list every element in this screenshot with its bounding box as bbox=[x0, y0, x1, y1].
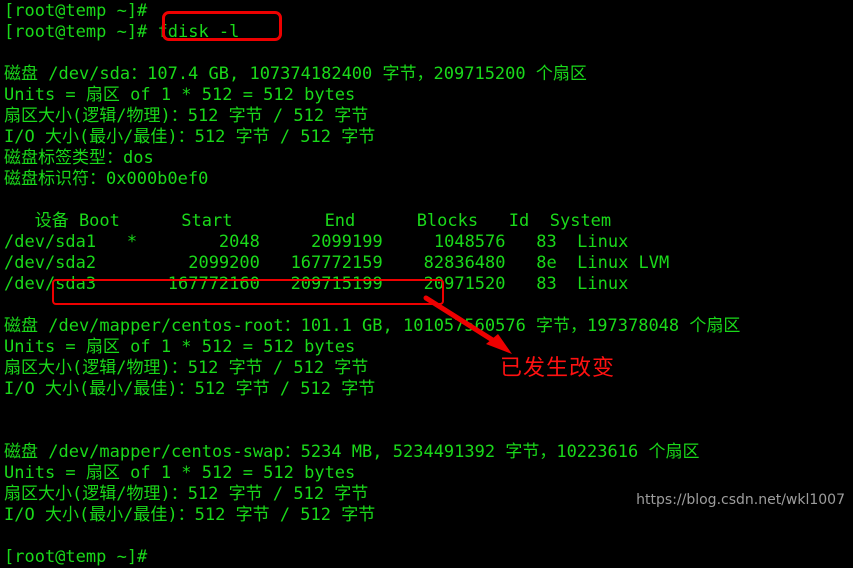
terminal-line: 磁盘标识符：0x000b0ef0 bbox=[4, 169, 209, 189]
terminal-line-disk-centos-swap: 磁盘 /dev/mapper/centos-swap：5234 MB, 5234… bbox=[4, 442, 700, 462]
terminal-line: Units = 扇区 of 1 * 512 = 512 bytes bbox=[4, 337, 356, 357]
terminal-line: 扇区大小(逻辑/物理)：512 字节 / 512 字节 bbox=[4, 358, 369, 378]
terminal-line-disk-sda: 磁盘 /dev/sda：107.4 GB, 107374182400 字节，20… bbox=[4, 64, 587, 84]
terminal-line: [root@temp ~]# bbox=[4, 1, 148, 21]
terminal-line-disk-centos-root: 磁盘 /dev/mapper/centos-root：101.1 GB, 101… bbox=[4, 316, 741, 336]
terminal-window[interactable]: [root@temp ~]# [root@temp ~]# fdisk -l 磁… bbox=[0, 0, 853, 567]
terminal-line-command: [root@temp ~]# fdisk -l bbox=[4, 22, 240, 42]
annotation-changed-label: 已发生改变 bbox=[500, 356, 616, 381]
terminal-line: I/O 大小(最小/最佳)：512 字节 / 512 字节 bbox=[4, 379, 376, 399]
table-row: /dev/sda2 2099200 167772159 82836480 8e … bbox=[4, 253, 670, 273]
terminal-line: I/O 大小(最小/最佳)：512 字节 / 512 字节 bbox=[4, 505, 376, 525]
terminal-line: 扇区大小(逻辑/物理)：512 字节 / 512 字节 bbox=[4, 106, 369, 126]
watermark-label: https://blog.csdn.net/wkl1007 bbox=[636, 492, 845, 508]
terminal-line: Units = 扇区 of 1 * 512 = 512 bytes bbox=[4, 85, 356, 105]
partition-table-header: 设备 Boot Start End Blocks Id System bbox=[4, 211, 612, 231]
terminal-output: [root@temp ~]# [root@temp ~]# fdisk -l 磁… bbox=[4, 1, 853, 568]
terminal-line: Units = 扇区 of 1 * 512 = 512 bytes bbox=[4, 463, 356, 483]
table-row: /dev/sda3 167772160 209715199 20971520 8… bbox=[4, 274, 629, 294]
terminal-line: I/O 大小(最小/最佳)：512 字节 / 512 字节 bbox=[4, 127, 376, 147]
terminal-line: 磁盘标签类型：dos bbox=[4, 148, 154, 168]
table-row: /dev/sda1 * 2048 2099199 1048576 83 Linu… bbox=[4, 232, 629, 252]
terminal-prompt: [root@temp ~]# bbox=[4, 547, 148, 567]
